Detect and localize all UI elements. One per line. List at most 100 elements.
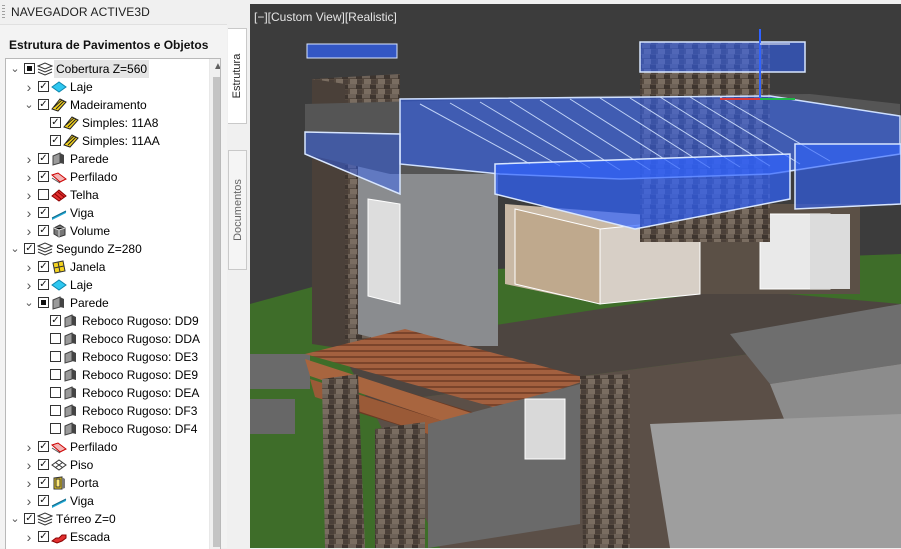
expand-chevron-icon[interactable]: › xyxy=(24,186,34,204)
visibility-checkbox[interactable] xyxy=(50,333,61,344)
visibility-checkbox[interactable]: ✓ xyxy=(38,171,49,182)
visibility-checkbox[interactable]: ✓ xyxy=(24,243,35,254)
floor-layers-icon xyxy=(36,512,54,526)
scroll-up-arrow-icon[interactable]: ▲ xyxy=(210,59,220,75)
visibility-checkbox[interactable]: ✓ xyxy=(38,207,49,218)
wall-icon xyxy=(63,350,79,364)
wall-icon xyxy=(63,368,79,382)
expand-chevron-icon[interactable]: › xyxy=(24,276,34,294)
tree-item-label: Reboco Rugoso: DEA xyxy=(82,386,200,400)
visibility-checkbox[interactable]: ✓ xyxy=(38,153,49,164)
visibility-checkbox[interactable]: ✓ xyxy=(50,135,61,146)
visibility-checkbox[interactable] xyxy=(50,405,61,416)
volume-icon xyxy=(51,224,67,238)
expand-chevron-icon[interactable]: › xyxy=(24,474,34,492)
visibility-checkbox[interactable]: ✓ xyxy=(38,495,49,506)
expand-chevron-icon[interactable]: › xyxy=(24,528,34,546)
roof-tile-icon xyxy=(51,188,67,202)
visibility-checkbox[interactable] xyxy=(24,63,35,74)
visibility-checkbox[interactable] xyxy=(50,387,61,398)
tree-item-label: Reboco Rugoso: DE3 xyxy=(82,350,199,364)
wall-icon xyxy=(63,386,79,400)
tab-estrutura-label: Estrutura xyxy=(231,53,243,99)
scroll-thumb[interactable] xyxy=(213,77,220,547)
floor-layers-icon xyxy=(36,242,54,256)
wall-icon xyxy=(63,314,79,328)
slab-icon xyxy=(51,80,67,94)
expand-chevron-icon[interactable]: › xyxy=(24,168,34,186)
visibility-checkbox[interactable]: ✓ xyxy=(38,261,49,272)
tree-item-label: Telha xyxy=(70,188,99,202)
tree-item-label: Escada xyxy=(70,530,111,544)
beam-icon xyxy=(51,494,67,508)
visibility-checkbox[interactable]: ✓ xyxy=(38,81,49,92)
slab-icon xyxy=(51,278,67,292)
expand-chevron-icon[interactable]: › xyxy=(24,222,34,240)
profile-icon xyxy=(51,440,67,454)
viewport-view-label[interactable]: [−][Custom View][Realistic] xyxy=(254,10,397,24)
tree-item-label: Segundo Z=280 xyxy=(56,242,142,256)
collapse-chevron-icon[interactable]: ⌄ xyxy=(10,240,20,258)
tree-item-label: Parede xyxy=(70,296,109,310)
window-icon xyxy=(51,260,67,274)
visibility-checkbox[interactable]: ✓ xyxy=(38,477,49,488)
collapse-chevron-icon[interactable]: ⌄ xyxy=(10,60,20,78)
expand-chevron-icon[interactable]: › xyxy=(24,492,34,510)
visibility-checkbox[interactable]: ✓ xyxy=(38,99,49,110)
collapse-chevron-icon[interactable]: ⌄ xyxy=(24,96,34,114)
door-icon xyxy=(51,476,67,490)
expand-chevron-icon[interactable]: › xyxy=(24,258,34,276)
wall-icon xyxy=(63,332,79,346)
tree-item-label: Madeiramento xyxy=(70,98,147,112)
floor-layers-icon xyxy=(36,62,54,76)
tree-item-label: Parede xyxy=(70,152,109,166)
tree-item-label: Reboco Rugoso: DF4 xyxy=(82,422,198,436)
tree-heading: Estrutura de Pavimentos e Objetos xyxy=(9,38,209,52)
expand-chevron-icon[interactable]: › xyxy=(24,204,34,222)
wall-icon xyxy=(51,152,67,166)
collapse-chevron-icon[interactable]: ⌄ xyxy=(24,294,34,312)
floor-tile-icon xyxy=(51,458,67,472)
visibility-checkbox[interactable]: ✓ xyxy=(50,117,61,128)
tree-item-label: Porta xyxy=(70,476,99,490)
expand-chevron-icon[interactable]: › xyxy=(24,456,34,474)
tree-item-label: Laje xyxy=(70,278,93,292)
navigator-titlebar[interactable]: NAVEGADOR ACTIVE3D xyxy=(0,0,227,25)
navigator-title: NAVEGADOR ACTIVE3D xyxy=(11,5,150,19)
side-tab-strip: Estrutura Documentos xyxy=(227,0,250,548)
tree-item-label: Laje xyxy=(70,80,93,94)
timber-icon xyxy=(51,98,67,112)
tree-item-label: Reboco Rugoso: DE9 xyxy=(82,368,199,382)
tree-item-label: Simples: 11A8 xyxy=(82,116,159,130)
visibility-checkbox[interactable]: ✓ xyxy=(38,279,49,290)
tree-item-label: Perfilado xyxy=(70,170,118,184)
tree-item-label: Viga xyxy=(70,494,94,508)
visibility-checkbox[interactable]: ✓ xyxy=(38,441,49,452)
timber-icon xyxy=(63,116,79,130)
expand-chevron-icon[interactable]: › xyxy=(24,438,34,456)
visibility-checkbox[interactable]: ✓ xyxy=(38,459,49,470)
tab-documentos[interactable]: Documentos xyxy=(228,150,247,270)
tab-estrutura[interactable]: Estrutura xyxy=(228,28,247,124)
drag-grip-icon[interactable] xyxy=(2,5,5,19)
tree-scrollbar[interactable]: ▲ xyxy=(209,59,220,549)
expand-chevron-icon[interactable]: › xyxy=(24,78,34,96)
navigator-panel: NAVEGADOR ACTIVE3D Estrutura de Paviment… xyxy=(0,0,227,549)
visibility-checkbox[interactable] xyxy=(50,351,61,362)
visibility-checkbox[interactable] xyxy=(50,423,61,434)
visibility-checkbox[interactable]: ✓ xyxy=(24,513,35,524)
tree-item-label: Simples: 11AA xyxy=(82,134,160,148)
tab-documentos-label: Documentos xyxy=(231,179,244,241)
visibility-checkbox[interactable] xyxy=(38,297,49,308)
3d-scene[interactable] xyxy=(250,4,901,548)
visibility-checkbox[interactable] xyxy=(38,189,49,200)
visibility-checkbox[interactable]: ✓ xyxy=(50,315,61,326)
expand-chevron-icon[interactable]: › xyxy=(24,150,34,168)
stair-icon xyxy=(50,530,67,544)
visibility-checkbox[interactable]: ✓ xyxy=(38,531,49,542)
structure-tree[interactable]: ⌄ Cobertura Z=560 › ✓ Laje ⌄ ✓ Madeiramento ✓ Sim… xyxy=(5,58,221,549)
visibility-checkbox[interactable]: ✓ xyxy=(38,225,49,236)
collapse-chevron-icon[interactable]: ⌄ xyxy=(10,510,20,528)
3d-viewport[interactable]: [−][Custom View][Realistic] xyxy=(250,4,901,548)
visibility-checkbox[interactable] xyxy=(50,369,61,380)
